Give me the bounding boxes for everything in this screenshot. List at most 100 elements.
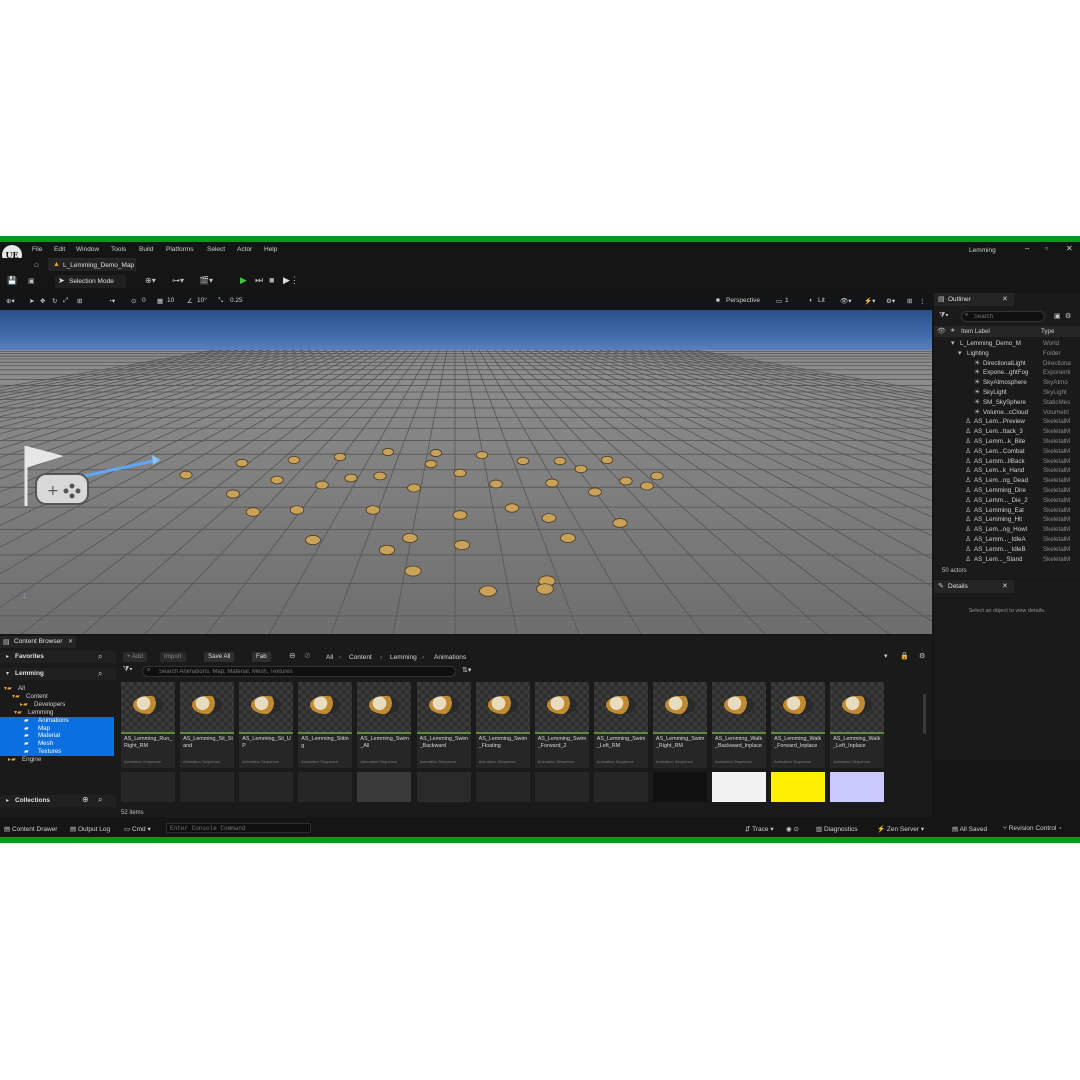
layout-icon[interactable]: ⊞ <box>907 297 912 305</box>
history-dropdown-icon[interactable]: ▾ <box>884 652 888 660</box>
search-icon[interactable]: ⌕ <box>98 795 102 805</box>
scale-snap-value[interactable]: 0.25 <box>230 297 243 304</box>
close-tab-icon[interactable]: ✕ <box>1002 582 1008 590</box>
outliner-row[interactable]: ♙ AS_Lemm..._IdleB SkeletalM <box>934 545 1074 555</box>
zen-server-button[interactable]: ⚡ Zen Server ▾ <box>877 825 924 833</box>
save-all-button[interactable]: Save All <box>204 652 235 662</box>
revision-control-button[interactable]: ⑂ Revision Control ▾ <box>1003 825 1062 832</box>
grid-snap-icon[interactable]: ▦ <box>157 297 163 305</box>
settings-icon[interactable]: ⚙▾ <box>886 297 895 305</box>
add-folder-icon[interactable]: ▣ <box>1054 312 1061 320</box>
outliner-row[interactable]: ☀ SkyLight SkyLight <box>934 388 1074 398</box>
details-tab[interactable]: ✎ Details ✕ <box>934 580 1014 593</box>
asset-tile[interactable]: AS_Lemming_Swim_Forward_2 Animation Seque… <box>534 682 589 768</box>
viewport-options-icon[interactable]: ⋮ <box>919 297 926 305</box>
outliner-row[interactable]: ♙ AS_Lemm..._IdleA SkeletalM <box>934 535 1074 545</box>
folder-tree-item[interactable]: ▾▰ Content <box>0 693 114 701</box>
outliner-row[interactable]: ♙ AS_Lem...ng_Howl SkeletalM <box>934 525 1074 535</box>
grid-snap-value[interactable]: 10 <box>167 297 174 304</box>
screen-count[interactable]: 1 <box>785 297 789 304</box>
angle-snap-value[interactable]: 10° <box>197 297 207 304</box>
asset-tile-partial[interactable] <box>357 772 412 802</box>
record-icon[interactable]: ◉ ⊙ <box>786 825 799 833</box>
asset-tile[interactable]: AS_Lemming_Sit_Stand Animation Sequence <box>180 682 235 768</box>
asset-tile[interactable]: AS_Lemming_Swim_Left_RM Animation Sequenc… <box>593 682 648 768</box>
add-button[interactable]: + Add <box>123 652 147 662</box>
folder-tree-item[interactable]: ▰ Animations <box>0 716 114 725</box>
asset-tile-partial[interactable] <box>593 772 648 802</box>
close-tab-icon[interactable]: ✕ <box>68 638 73 645</box>
folder-tree-item[interactable]: ▰ Mesh <box>0 740 114 749</box>
asset-tile[interactable]: AS_Lemming_Swim_Right_RM Animation Sequen… <box>652 682 707 768</box>
angle-snap-icon[interactable]: ∠ <box>187 297 193 305</box>
play-icon[interactable]: ▶ <box>240 275 247 286</box>
asset-tile[interactable]: AS_Lemming_Sitting Animation Sequence <box>298 682 353 768</box>
menu-edit[interactable]: Edit <box>54 246 65 253</box>
asset-tile[interactable]: AS_Lemming_Run_Right_RM Animation Sequenc… <box>121 682 175 768</box>
trace-dropdown[interactable]: ⇵ Trace ▾ <box>745 825 774 833</box>
home-icon[interactable]: ⌂ <box>34 260 39 269</box>
asset-tile-partial[interactable] <box>830 772 885 802</box>
rotate-tool-icon[interactable]: ↻ <box>52 297 57 305</box>
show-flags-icon[interactable]: 👁▾ <box>840 297 852 305</box>
scale-snap-icon[interactable]: ⤡ <box>218 297 223 305</box>
filter-icon[interactable]: ⧩▾ <box>939 312 949 320</box>
outliner-row[interactable]: ♙ AS_Lem..._Stand SkeletalM <box>934 555 1074 565</box>
rotation-snap-icon[interactable]: ⊙ <box>131 297 136 305</box>
asset-tile[interactable]: AS_Lemming_Walk_Forward_Inplace Animation… <box>771 682 826 768</box>
menu-help[interactable]: Help <box>264 246 277 253</box>
map-tab[interactable]: ▲ L_Lemming_Demo_Map <box>48 258 136 271</box>
outliner-row[interactable]: ♙ AS_Lem...k_Hand SkeletalM <box>934 466 1074 476</box>
folder-tree-item[interactable]: ▾▰ All <box>0 685 114 693</box>
asset-tile-partial[interactable] <box>239 772 294 802</box>
asset-tile-partial[interactable] <box>180 772 235 802</box>
content-browser-tab[interactable]: ▤ Content Browser ✕ <box>0 636 76 648</box>
asset-tile-partial[interactable] <box>534 772 589 802</box>
filter-icon[interactable]: ⧩▾ <box>123 666 133 674</box>
all-saved-button[interactable]: ▤ All Saved <box>952 825 987 833</box>
asset-search-input[interactable] <box>159 668 449 676</box>
forward-icon[interactable]: ⊘ <box>304 651 311 660</box>
settings-icon[interactable]: ⚙ <box>919 652 925 660</box>
add-actor-icon[interactable]: ⊕▾ <box>145 276 156 285</box>
fab-button[interactable]: Fab <box>252 652 271 662</box>
outliner-tab[interactable]: ▤ Outliner ✕ <box>934 293 1014 306</box>
outliner-row[interactable]: ☀ DirectionalLight Directiona <box>934 359 1074 369</box>
outliner-row[interactable]: ▾ L_Lemming_Demo_M World <box>934 339 1074 349</box>
outliner-search-input[interactable] <box>974 313 1044 321</box>
move-tool-icon[interactable]: ✥ <box>40 297 45 305</box>
select-tool-icon[interactable]: ➤ <box>29 297 34 305</box>
outliner-row[interactable]: ♙ AS_Lemm..._Die_2 SkeletalM <box>934 496 1074 506</box>
performance-icon[interactable]: ⚡▾ <box>864 297 875 305</box>
player-start-icon[interactable]: + <box>20 438 165 518</box>
content-icon[interactable]: ▣ <box>28 277 35 285</box>
asset-tile-partial[interactable] <box>298 772 353 802</box>
asset-tile[interactable]: AS_Lemming_Walk_Left_Inplace Animation Se… <box>830 682 885 768</box>
menu-window[interactable]: Window <box>76 246 99 253</box>
column-item-label[interactable]: Item Label <box>961 328 990 335</box>
pin-icon[interactable]: ★ <box>950 327 955 334</box>
asset-tile-partial[interactable] <box>121 772 175 802</box>
outliner-row[interactable]: ☀ SkyAtmosphere SkyAtmo <box>934 378 1074 388</box>
outliner-row[interactable]: ♙ AS_Lem...Combat SkeletalM <box>934 447 1074 457</box>
asset-tile-partial[interactable] <box>652 772 707 802</box>
breadcrumb-lemming[interactable]: Lemming <box>390 654 417 661</box>
sort-icon[interactable]: ⇅▾ <box>462 666 471 674</box>
search-icon[interactable]: ⌕ <box>98 669 102 679</box>
menu-file[interactable]: File <box>32 246 42 253</box>
diagnostics-button[interactable]: ▥ Diagnostics <box>816 825 858 833</box>
asset-tile[interactable]: AS_Lemming_Swim_Backward Animation Sequen… <box>416 682 471 768</box>
output-log-button[interactable]: ▤ Output Log <box>70 825 110 833</box>
asset-tile[interactable]: AS_Lemming_Sit_UP Animation Sequence <box>239 682 294 768</box>
menu-tools[interactable]: Tools <box>111 246 126 253</box>
menu-platforms[interactable]: Platforms <box>166 246 193 253</box>
outliner-settings-icon[interactable]: ⚙ <box>1065 312 1071 320</box>
maximize-button[interactable]: ▫ <box>1045 244 1048 253</box>
scale-tool-icon[interactable]: ⤢ <box>63 297 68 305</box>
column-type[interactable]: Type <box>1041 328 1054 335</box>
collections-section[interactable]: ▸ Collections ⊕ ⌕ <box>0 795 116 807</box>
close-tab-icon[interactable]: ✕ <box>1002 295 1008 303</box>
content-drawer-button[interactable]: ▤ Content Drawer <box>4 825 57 833</box>
add-collection-icon[interactable]: ⊕ <box>82 795 89 804</box>
outliner-row[interactable]: ♙ AS_Lemm...k_Bite SkeletalM <box>934 437 1074 447</box>
